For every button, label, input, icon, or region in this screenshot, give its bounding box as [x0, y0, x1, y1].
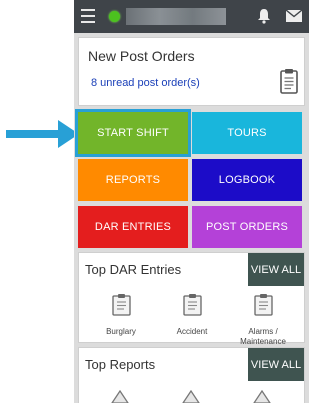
dar-entry-label: Accident: [176, 327, 208, 336]
top-bar: [74, 0, 309, 33]
dar-entry-alarms-maintenance[interactable]: Alarms / Maintenance: [228, 293, 298, 347]
post-orders-button[interactable]: POST ORDERS: [192, 206, 302, 248]
dar-entries-button[interactable]: DAR ENTRIES: [78, 206, 188, 248]
top-reports-title: Top Reports: [85, 357, 156, 372]
dar-entry-label: Burglary: [106, 327, 136, 336]
top-dar-entries-title: Top DAR Entries: [85, 262, 182, 277]
blurred-user-name: [126, 8, 226, 25]
start-shift-button[interactable]: START SHIFT: [78, 112, 188, 154]
report-icon[interactable]: [182, 390, 200, 403]
clipboard-icon: [182, 294, 202, 316]
report-icon[interactable]: [111, 390, 129, 403]
mail-icon[interactable]: [286, 10, 302, 22]
logbook-button[interactable]: LOGBOOK: [192, 159, 302, 201]
dar-entry-accident[interactable]: Accident: [157, 293, 227, 337]
unread-post-orders-link[interactable]: 8 unread post order(s): [91, 77, 200, 89]
bell-icon[interactable]: [256, 8, 272, 24]
reports-view-all-button[interactable]: VIEW ALL: [248, 348, 304, 381]
top-reports-card: Top Reports VIEW ALL: [78, 347, 305, 403]
online-status-indicator: [109, 11, 120, 22]
pointer-arrow: [6, 120, 79, 148]
top-dar-entries-card: Top DAR Entries VIEW ALL Burglary Accide…: [78, 252, 305, 346]
screen: New Post Orders 8 unread post order(s) S…: [0, 0, 309, 403]
clipboard-icon: [111, 294, 131, 316]
clipboard-icon[interactable]: [280, 68, 298, 94]
dar-view-all-button[interactable]: VIEW ALL: [248, 253, 304, 286]
reports-button[interactable]: REPORTS: [78, 159, 188, 201]
dar-entry-burglary[interactable]: Burglary: [86, 293, 156, 337]
clipboard-icon: [253, 294, 273, 316]
new-post-orders-card: New Post Orders 8 unread post order(s): [78, 37, 305, 106]
dar-entry-label: Alarms / Maintenance: [240, 327, 286, 346]
hamburger-menu-icon[interactable]: [81, 9, 95, 23]
post-orders-title: New Post Orders: [88, 48, 195, 64]
action-tiles: START SHIFT TOURS REPORTS LOGBOOK DAR EN…: [78, 112, 305, 248]
report-icon[interactable]: [253, 390, 271, 403]
phone-screen: New Post Orders 8 unread post order(s) S…: [74, 0, 309, 403]
tours-button[interactable]: TOURS: [192, 112, 302, 154]
